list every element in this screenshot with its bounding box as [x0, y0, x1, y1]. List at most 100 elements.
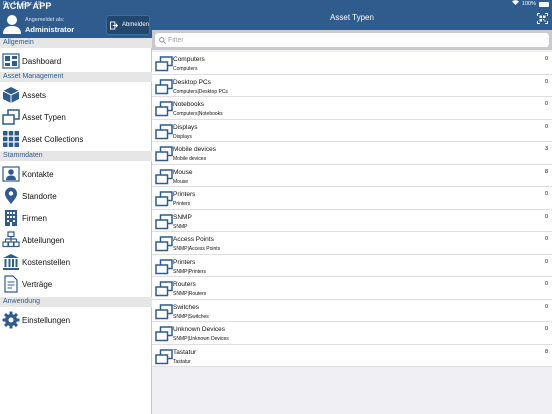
cube-icon — [2, 87, 20, 103]
asset-type-path: Displays — [173, 133, 192, 140]
status-bar: Do. 14. Dez. 18 100% — [0, 0, 552, 9]
asset-count: 0 — [544, 303, 548, 310]
asset-count: 0 — [544, 258, 548, 265]
section-allgemein: Allgemein — [0, 38, 152, 48]
page-title: Asset Typen — [330, 13, 374, 22]
list-item[interactable]: Switches SNMP|Switches 0 — [152, 299, 552, 322]
filter-input[interactable] — [155, 33, 549, 47]
asset-type-path: SNMP — [173, 223, 188, 230]
asset-count: 0 — [544, 236, 548, 242]
asset-count: 0 — [544, 326, 548, 332]
sidebar-item-label: Asset Typen — [22, 112, 66, 122]
list-item[interactable]: Mobile devices Mobile devices 3 — [152, 142, 552, 165]
asset-type-icon — [155, 213, 173, 230]
sidebar-item-asset-typen[interactable]: Asset Typen — [0, 106, 152, 128]
asset-type-icon — [155, 191, 173, 207]
asset-type-name: Displays — [173, 123, 198, 131]
list-item[interactable]: Printers Printers 0 — [152, 187, 552, 210]
sidebar-item-label: Asset Collections — [22, 134, 84, 144]
contact-card-icon — [2, 166, 20, 182]
asset-type-path: SNMP|Routers — [173, 291, 207, 297]
asset-type-path: SNMP|Printers — [173, 268, 206, 275]
list-item[interactable]: Computers Computers 0 — [152, 52, 552, 75]
logout-button[interactable]: Abmelden — [106, 15, 150, 35]
list-item[interactable]: Displays Displays 0 — [152, 119, 552, 142]
asset-type-name: SNMP — [173, 213, 192, 221]
sidebar-item-dashboard[interactable]: Dashboard — [0, 50, 152, 72]
list-item[interactable]: Access Points SNMP|Access Points 0 — [152, 232, 552, 255]
asset-count: 8 — [544, 168, 548, 175]
asset-type-icon — [155, 101, 173, 117]
bank-icon — [3, 254, 19, 270]
dashboard-icon — [2, 53, 20, 69]
asset-type-name: Routers — [173, 281, 196, 288]
list-item[interactable]: Tastatur Tastatur 8 — [152, 344, 552, 367]
asset-type-icon — [155, 168, 173, 185]
sidebar-item-kontakte[interactable]: Kontakte — [0, 163, 152, 185]
list-item[interactable]: Unknown Devices SNMP|Unknown Devices 0 — [152, 322, 552, 345]
asset-count: 0 — [544, 123, 548, 130]
asset-type-icon — [155, 236, 173, 252]
asset-type-icon — [155, 281, 173, 297]
asset-type-path: SNMP|Access Points — [173, 246, 221, 252]
section-stammdaten: Stammdaten — [0, 151, 152, 161]
asset-type-name: Desktop PCs — [173, 78, 211, 86]
asset-type-icon — [155, 348, 173, 365]
list-item[interactable]: Notebooks Computers|Notebooks 0 — [152, 97, 552, 120]
list-item[interactable]: Desktop PCs Computers|Desktop PCs 0 — [152, 74, 552, 97]
status-indicators: 100% — [511, 0, 549, 9]
section-anwendung: Anwendung — [0, 297, 152, 307]
asset-type-path: SNMP|Unknown Devices — [173, 336, 229, 342]
asset-count: 0 — [544, 101, 548, 107]
list-item[interactable]: SNMP SNMP 0 — [152, 209, 552, 232]
sidebar-item-asset-collections[interactable]: Asset Collections — [0, 128, 152, 150]
asset-count: 0 — [544, 78, 548, 85]
sidebar-item-label: Einstellungen — [22, 315, 71, 325]
status-time: Do. 14. Dez. 18 — [3, 1, 42, 7]
asset-type-icon — [155, 326, 173, 342]
asset-type-icon — [2, 109, 20, 125]
sidebar-item-abteilungen[interactable]: Abteilungen — [0, 229, 152, 251]
asset-type-name: Printers — [173, 258, 196, 266]
asset-count: 3 — [544, 146, 548, 152]
sidebar-item-vertraege[interactable]: Verträge — [0, 273, 152, 295]
grid-icon — [3, 131, 19, 147]
battery-percent: 100% — [521, 1, 536, 7]
sidebar-item-standorte[interactable]: Standorte — [0, 185, 152, 207]
asset-type-icon — [155, 146, 173, 162]
asset-type-icon — [155, 78, 173, 95]
sidebar-item-kostenstellen[interactable]: Kostenstellen — [0, 251, 152, 273]
qr-scan-icon[interactable] — [537, 13, 548, 24]
sidebar-item-label: Kontakte — [22, 169, 54, 179]
asset-count: 0 — [544, 56, 548, 62]
asset-type-path: Mobile devices — [173, 156, 207, 162]
sidebar-item-label: Verträge — [22, 279, 53, 289]
asset-type-name: Switches — [173, 303, 200, 311]
sidebar-item-assets[interactable]: Assets — [0, 84, 152, 106]
wifi-icon — [511, 0, 519, 9]
sidebar: ACMP APP Angemeldet als: Administrator A… — [0, 0, 152, 414]
asset-type-name: Mobile devices — [173, 146, 216, 153]
sidebar-item-firmen[interactable]: Firmen — [0, 207, 152, 229]
sidebar-item-label: Kostenstellen — [22, 257, 71, 267]
sidebar-item-einstellungen[interactable]: Einstellungen — [0, 309, 152, 331]
list-item[interactable]: Mouse Mouse 8 — [152, 164, 552, 187]
search-bar — [152, 30, 552, 50]
section-asset-management: Asset Management — [0, 72, 152, 82]
asset-count: 8 — [544, 348, 548, 355]
org-chart-icon — [2, 231, 20, 248]
list-item[interactable]: Routers SNMP|Routers 0 — [152, 277, 552, 300]
sidebar-item-label: Dashboard — [22, 56, 62, 66]
list-item[interactable]: Printers SNMP|Printers 0 — [152, 254, 552, 277]
asset-type-icon — [155, 303, 173, 320]
sidebar-item-label: Assets — [22, 90, 47, 100]
logged-in-as-label: Angemeldet als: — [25, 17, 65, 23]
asset-type-path: Computers|Notebooks — [173, 111, 223, 117]
asset-type-name: Tastatur — [173, 348, 197, 356]
asset-type-path: Mouse — [173, 178, 189, 185]
asset-type-icon — [155, 56, 173, 72]
gear-icon — [2, 311, 20, 329]
asset-type-path: Computers — [173, 66, 198, 72]
battery-icon — [539, 2, 549, 7]
asset-type-name: Notebooks — [173, 101, 205, 108]
